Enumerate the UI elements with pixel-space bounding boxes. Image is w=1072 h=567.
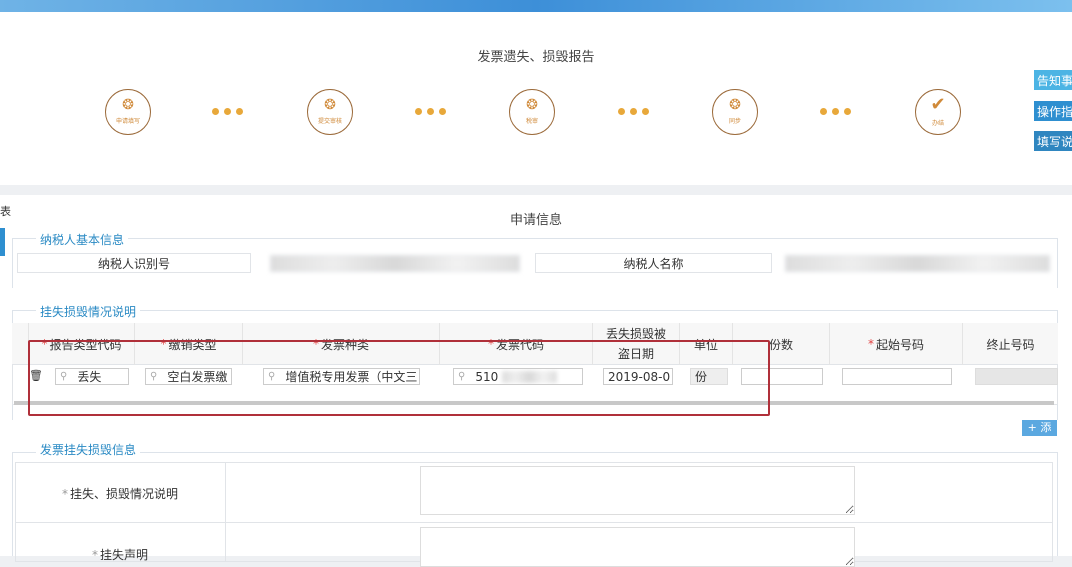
step-dots xyxy=(212,108,243,115)
col-end-no: 终止号码 xyxy=(986,337,1035,352)
highlight-box xyxy=(28,340,770,416)
page-title: 发票遗失、损毁报告 xyxy=(477,50,595,65)
step-dots xyxy=(618,108,649,115)
loss-legend: 挂失损毁情况说明 xyxy=(36,303,141,320)
loss-desc-textarea[interactable] xyxy=(420,466,855,515)
notice-button[interactable]: 告知事 xyxy=(1034,70,1072,90)
step-dots xyxy=(415,108,446,115)
guide-button[interactable]: 操作指 xyxy=(1034,101,1072,121)
flow-icon: ❂ xyxy=(122,97,134,113)
taxpayer-id-value xyxy=(270,255,520,272)
section-title: 申请信息 xyxy=(509,213,562,228)
step-done: ✔ 办结 xyxy=(915,89,961,135)
step-apply: ❂ 申请填写 xyxy=(105,89,151,135)
col-start-no: * 起始号码 xyxy=(830,323,963,365)
taxpayer-legend: 纳税人基本信息 xyxy=(36,231,129,248)
end-no-input[interactable] xyxy=(975,368,1058,385)
check-icon: ✔ xyxy=(930,94,946,115)
taxpayer-name-value xyxy=(785,255,1050,272)
taxpayer-id-label: 纳税人识别号 xyxy=(17,253,251,273)
flow-icon: ❂ xyxy=(729,97,741,113)
row-divider xyxy=(15,522,1053,523)
top-banner xyxy=(0,0,1072,12)
step-submit: ❂ 提交审核 xyxy=(307,89,353,135)
step-review: ❂ 税审 xyxy=(509,89,555,135)
flow-icon: ❂ xyxy=(324,97,336,113)
step-dots xyxy=(820,108,851,115)
col-divider xyxy=(225,462,226,562)
loss-desc-label: * 挂失、损毁情况说明 xyxy=(61,487,178,501)
start-no-input[interactable] xyxy=(842,368,952,385)
loss-statement-textarea[interactable] xyxy=(420,527,855,567)
add-row-button[interactable]: + 添 xyxy=(1022,420,1057,436)
step-sync: ❂ 同步 xyxy=(712,89,758,135)
left-edge-tab[interactable]: 者 xyxy=(0,228,5,256)
flow-icon: ❂ xyxy=(526,97,538,113)
info-legend: 发票挂失损毁信息 xyxy=(36,441,141,458)
fill-help-button[interactable]: 填写说 xyxy=(1034,131,1072,151)
loss-statement-label: * 挂失声明 xyxy=(91,548,148,562)
taxpayer-name-label: 纳税人名称 xyxy=(535,253,772,273)
